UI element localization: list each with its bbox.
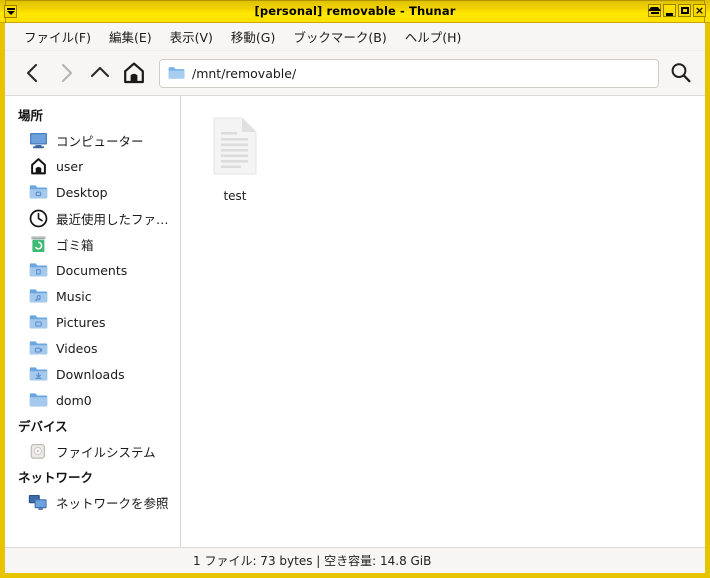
sidebar-group-places-label: 場所 [18,108,44,123]
menu-view[interactable]: 表示(V) [161,24,222,49]
sidebar-item-user[interactable]: user [5,153,180,179]
thunar-window: [personal] removable - Thunar × ファイル(F) … [0,0,710,578]
folder-icon [168,66,185,80]
sidebar-item-filesystem[interactable]: ファイルシステム [5,438,180,464]
computer-icon [27,131,49,149]
chevron-left-icon [26,63,37,83]
sidebar-item-label: dom0 [56,392,92,408]
sidebar-item-trash[interactable]: ゴミ箱 [5,231,180,257]
sidebar-item-documents[interactable]: Documents [5,257,180,283]
sidebar-item-downloads[interactable]: Downloads [5,361,180,387]
title-bar[interactable]: [personal] removable - Thunar × [0,0,710,23]
sidebar-group-network-label: ネットワーク [18,470,94,485]
sidebar-item-desktop[interactable]: Desktop [5,179,180,205]
trash-icon [27,235,49,253]
harddisk-icon [27,442,49,460]
folder-icon [27,391,49,409]
icon-grid: test [181,96,705,207]
sidebar-item-label: user [56,158,84,174]
search-icon [671,63,691,83]
sidebar-item-label: Desktop [56,184,108,200]
sidebar-item-dom0[interactable]: dom0 [5,387,180,413]
sidebar-item-label: ネットワークを参照 [56,495,169,511]
sidebar-item-pictures[interactable]: Pictures [5,309,180,335]
minimize-button[interactable] [663,4,676,17]
shade-icon [648,7,661,14]
sidebar-item-label: Downloads [56,366,125,382]
sidebar-item-label: コンピューター [56,133,144,149]
menu-file[interactable]: ファイル(F) [15,24,100,49]
sidebar-item-videos[interactable]: Videos [5,335,180,361]
sidebar-item-label: ゴミ箱 [56,237,94,253]
menu-bookmarks[interactable]: ブックマーク(B) [284,24,395,49]
home-icon [27,157,49,175]
up-button[interactable] [83,56,117,90]
sidebar-item-label: Videos [56,340,98,356]
close-button[interactable]: × [693,4,706,17]
folder-downloads-icon [27,365,49,383]
maximize-icon [681,7,689,14]
panes: 場所 コンピューター user Desktop 最近使用したファ… ゴミ箱 Do… [5,95,705,547]
shade-button[interactable] [648,4,661,17]
network-icon [27,493,49,511]
sidebar-item-label: ファイルシステム [56,444,156,460]
sidebar-item-label: Pictures [56,314,106,330]
chevron-up-icon [90,66,110,78]
file-view[interactable]: test [181,96,705,547]
sidebar-item-label: Music [56,288,92,304]
window-menu-button[interactable] [4,4,17,18]
toolbar: /mnt/removable/ [5,51,705,95]
sidebar-item-label: Documents [56,262,128,278]
file-name-label: test [223,189,247,203]
chevron-right-icon [61,63,72,83]
menu-go[interactable]: 移動(G) [222,24,284,49]
menu-bar: ファイル(F) 編集(E) 表示(V) 移動(G) ブックマーク(B) ヘルプ(… [5,23,705,51]
window-controls: × [646,4,706,17]
sidebar-item-browse-network[interactable]: ネットワークを参照 [5,489,180,515]
path-entry[interactable]: /mnt/removable/ [159,58,659,88]
back-button[interactable] [15,56,49,90]
folder-desktop-icon [27,183,49,201]
menu-help[interactable]: ヘルプ(H) [396,24,471,49]
sidebar-item-computer[interactable]: コンピューター [5,127,180,153]
window-title: [personal] removable - Thunar [254,4,456,18]
sidebar: 場所 コンピューター user Desktop 最近使用したファ… ゴミ箱 Do… [5,96,181,547]
sidebar-group-devices-label: デバイス [18,419,68,434]
forward-button[interactable] [49,56,83,90]
text-document-icon [211,116,259,180]
search-button[interactable] [665,56,697,90]
folder-documents-icon [27,261,49,279]
folder-videos-icon [27,339,49,357]
home-icon [124,62,144,84]
close-icon: × [694,4,705,17]
menu-edit[interactable]: 編集(E) [100,24,161,49]
clock-icon [27,209,49,227]
sidebar-item-label: 最近使用したファ… [56,211,169,227]
file-item[interactable]: test [195,110,275,207]
sidebar-item-recent[interactable]: 最近使用したファ… [5,205,180,231]
maximize-button[interactable] [678,4,691,17]
sidebar-item-music[interactable]: Music [5,283,180,309]
status-bar: 1 ファイル: 73 bytes | 空き容量: 14.8 GiB [5,547,705,573]
home-button[interactable] [117,56,151,90]
client-area: ファイル(F) 編集(E) 表示(V) 移動(G) ブックマーク(B) ヘルプ(… [5,23,705,573]
status-text: 1 ファイル: 73 bytes | 空き容量: 14.8 GiB [193,554,432,568]
folder-music-icon [27,287,49,305]
chevron-down-icon [7,8,15,15]
folder-pictures-icon [27,313,49,331]
path-text: /mnt/removable/ [192,65,297,81]
